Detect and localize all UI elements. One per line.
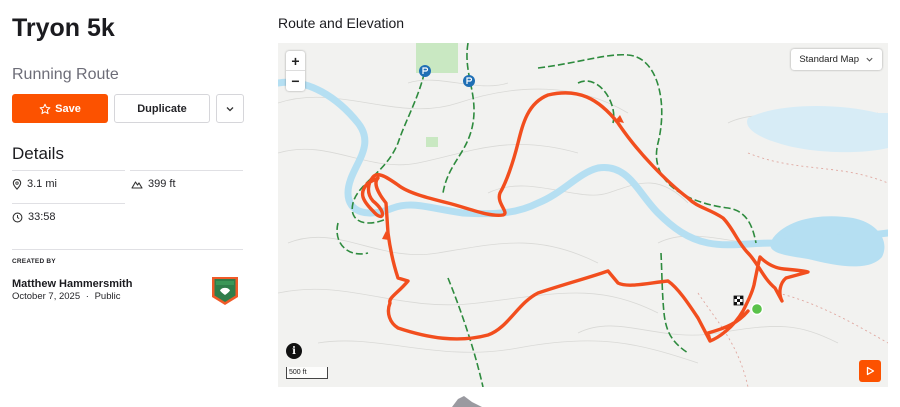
start-marker: [750, 302, 764, 316]
divider: [12, 249, 243, 250]
chevron-down-icon: [226, 106, 234, 111]
creator-meta: October 7, 2025 · Public: [12, 291, 120, 302]
distance-stat: 3.1 mi: [12, 178, 57, 190]
visibility: Public: [94, 291, 121, 302]
elevation-chart-peek: [452, 396, 482, 407]
meta-separator: ·: [85, 291, 89, 302]
distance-value: 3.1 mi: [27, 178, 57, 190]
zoom-in-button[interactable]: +: [286, 51, 305, 71]
time-stat: 33:58: [12, 211, 56, 223]
duplicate-label: Duplicate: [137, 102, 187, 115]
badge-icon[interactable]: [210, 274, 240, 306]
flyover-play-button[interactable]: [859, 360, 881, 382]
parking-marker[interactable]: [419, 65, 431, 77]
map-style-label: Standard Map: [799, 54, 859, 65]
park-area: [426, 137, 438, 147]
more-options-button[interactable]: [216, 94, 244, 123]
star-icon: [39, 103, 51, 114]
chevron-down-icon: [866, 57, 873, 62]
save-button[interactable]: Save: [12, 94, 108, 123]
clock-icon: [12, 212, 23, 222]
elevation-stat: 399 ft: [131, 178, 176, 190]
parking-marker[interactable]: [463, 75, 475, 87]
save-label: Save: [55, 102, 81, 115]
details-heading: Details: [12, 144, 64, 163]
lake: [747, 106, 888, 153]
creator-name[interactable]: Matthew Hammersmith: [12, 278, 132, 290]
route-sidebar: Tryon 5k Running Route Save Duplicate De…: [12, 0, 244, 407]
duplicate-button[interactable]: Duplicate: [114, 94, 210, 123]
elevation-value: 399 ft: [148, 178, 176, 190]
pin-icon: [12, 178, 22, 190]
map-heading: Route and Elevation: [278, 15, 405, 31]
divider: [12, 203, 125, 204]
route-title: Tryon 5k: [12, 14, 115, 42]
map-info-button[interactable]: i: [286, 343, 302, 359]
play-icon: [866, 366, 875, 376]
divider: [130, 170, 243, 171]
river: [278, 78, 888, 249]
zoom-out-button[interactable]: −: [286, 71, 305, 91]
divider: [12, 170, 125, 171]
zoom-control: + −: [286, 51, 305, 91]
scale-bar: 500 ft: [286, 367, 328, 379]
created-by-label: CREATED BY: [12, 258, 56, 265]
mountain-icon: [131, 181, 143, 189]
created-date: October 7, 2025: [12, 291, 81, 302]
route-type: Running Route: [12, 66, 119, 83]
map-canvas[interactable]: [278, 43, 888, 387]
action-row: Save Duplicate: [12, 94, 244, 124]
map-style-select[interactable]: Standard Map: [791, 49, 882, 70]
finish-flag-icon: [733, 295, 744, 306]
route-map[interactable]: + − Standard Map i 500 ft: [278, 43, 888, 387]
time-value: 33:58: [28, 211, 56, 223]
